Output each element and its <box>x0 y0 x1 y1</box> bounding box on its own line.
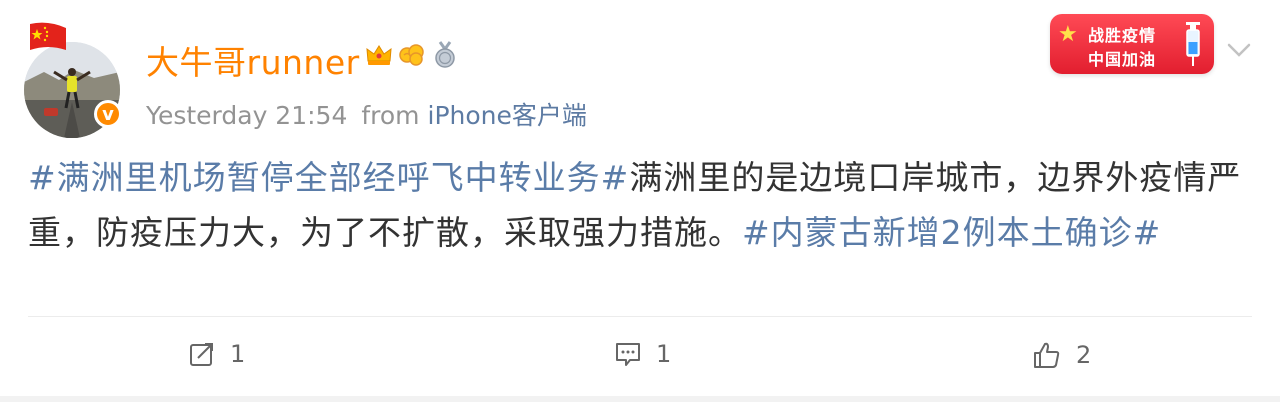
from-label: from <box>361 101 420 130</box>
post-meta: Yesterday 21:54 from iPhone客户端 <box>146 96 587 132</box>
repost-button[interactable]: 1 <box>188 340 245 368</box>
syringe-icon <box>1186 22 1200 66</box>
star-icon: ★ <box>1058 22 1078 47</box>
like-icon <box>1034 342 1060 368</box>
comment-icon <box>616 343 640 366</box>
hashtag-link[interactable]: #满洲里机场暂停全部经呼飞中转业务# <box>28 158 629 197</box>
chevron-down-icon[interactable] <box>1224 38 1254 62</box>
username[interactable]: 大牛哥runner <box>146 36 360 84</box>
verified-mark: v <box>102 103 114 125</box>
user-badges <box>364 40 460 70</box>
hashtag-link[interactable]: #内蒙古新增2例本土确诊# <box>742 213 1161 252</box>
bottom-separator <box>0 396 1280 402</box>
weibo-post-card: v 大牛哥runner Yesterday 21:54 from iPhone客… <box>0 0 1280 402</box>
avatar-container[interactable]: v <box>24 22 124 138</box>
promo-badge[interactable]: ★ 战胜疫情 中国加油 <box>1050 14 1214 74</box>
repost-icon <box>190 343 213 366</box>
medal-badge-icon[interactable] <box>430 40 460 70</box>
flag-icon <box>30 22 66 50</box>
comment-count: 1 <box>656 340 672 368</box>
post-source[interactable]: iPhone客户端 <box>428 101 587 130</box>
promo-line1: 战胜疫情 <box>1088 26 1157 45</box>
promo-line2: 中国加油 <box>1088 50 1157 69</box>
like-count: 2 <box>1076 341 1092 369</box>
post-content: #满洲里机场暂停全部经呼飞中转业务#满洲里的是边境口岸城市，边界外疫情严重，防疫… <box>28 150 1258 260</box>
divider <box>28 316 1252 317</box>
verified-icon: v <box>94 100 122 128</box>
post-time[interactable]: Yesterday 21:54 <box>146 101 347 130</box>
like-button[interactable]: 2 <box>1032 340 1091 370</box>
crown-badge-icon[interactable] <box>364 40 394 70</box>
repost-count: 1 <box>230 340 246 368</box>
cloud-badge-icon[interactable] <box>397 40 427 70</box>
comment-button[interactable]: 1 <box>614 340 671 368</box>
